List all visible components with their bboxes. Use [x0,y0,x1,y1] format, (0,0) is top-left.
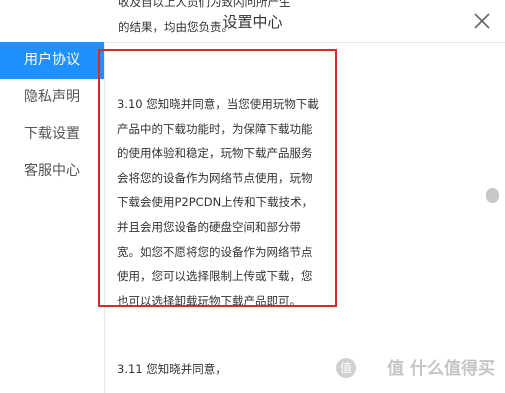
watermark-logo-icon: 值 [336,358,356,378]
sidebar-item-privacy[interactable]: 隐私声明 [0,79,104,116]
sidebar-item-user-agreement[interactable]: 用户协议 [0,42,104,79]
sidebar: 用户协议 隐私声明 下载设置 客服中心 [0,42,105,393]
sidebar-item-download-settings[interactable]: 下载设置 [0,116,104,153]
agreement-clause-3-10: 3.10 您知晓并同意，当您使用玩物下載 产品中的下载功能时，为保障下载功能 的… [117,97,319,308]
watermark-text: 值 什么值得买 [387,359,495,379]
scrollbar-thumb[interactable] [486,188,499,203]
sidebar-item-customer-service[interactable]: 客服中心 [0,153,104,190]
svg-text:值: 值 [340,360,352,375]
agreement-paragraph-top: 收及自以上人员们为致闪问所产生 的结果，均由您负责。 [118,0,291,34]
agreement-clause-3-11: 3.11 您知晓并同意， [117,362,227,376]
close-icon[interactable] [471,10,493,32]
